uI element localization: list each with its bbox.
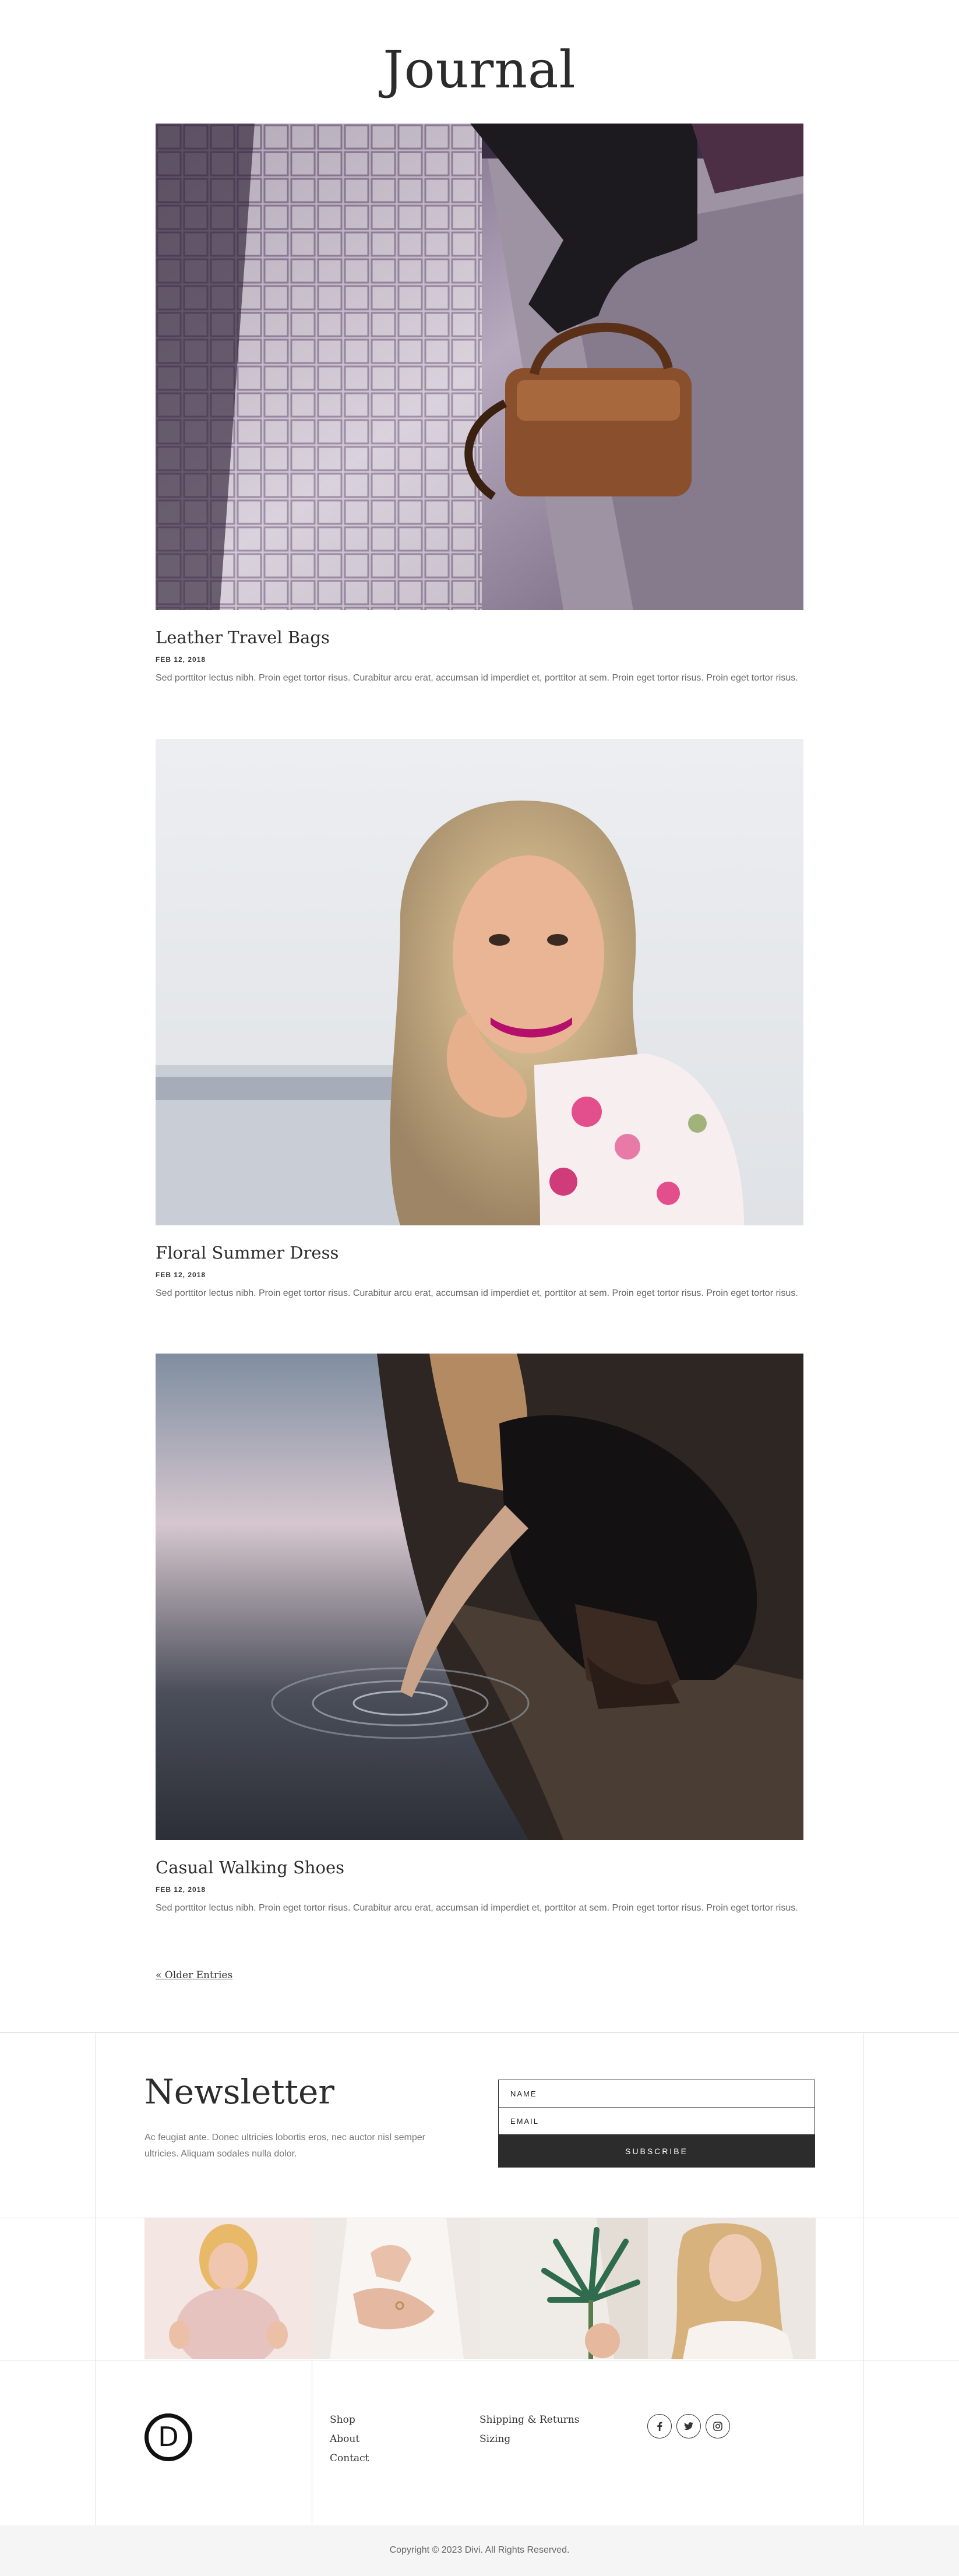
- post-excerpt: Sed porttitor lectus nibh. Proin eget to…: [156, 1903, 798, 1913]
- hat-portrait-photo: [144, 2218, 312, 2359]
- footer-links-secondary: Shipping & Returns Sizing: [480, 2411, 579, 2449]
- blog-post: Casual Walking Shoes FEB 12, 2018 Sed po…: [156, 1354, 803, 1917]
- gallery-image[interactable]: [648, 2218, 816, 2359]
- subscribe-button[interactable]: SUBSCRIBE: [498, 2135, 815, 2168]
- post-image[interactable]: [156, 739, 803, 1225]
- hands-ring-photo: [312, 2218, 480, 2359]
- social-links: [647, 2414, 730, 2438]
- newsletter-form: SUBSCRIBE: [498, 2080, 815, 2168]
- footer-link-shipping[interactable]: Shipping & Returns: [480, 2411, 579, 2430]
- older-entries-link[interactable]: « Older Entries: [156, 1969, 232, 1981]
- name-input[interactable]: [498, 2080, 815, 2108]
- post-excerpt: Sed porttitor lectus nibh. Proin eget to…: [156, 673, 798, 683]
- walking-shoes-photo: [156, 1354, 803, 1840]
- newsletter-text: Ac feugiat ante. Donec ultricies loborti…: [144, 2133, 426, 2159]
- logo-letter: D: [158, 2421, 179, 2452]
- post-title[interactable]: Casual Walking Shoes: [156, 1858, 803, 1877]
- leather-bag-photo: [156, 124, 803, 610]
- post-excerpt: Sed porttitor lectus nibh. Proin eget to…: [156, 1288, 798, 1298]
- copyright-text: Copyright © 2023 Divi. All Rights Reserv…: [389, 2545, 570, 2555]
- footer-link-sizing[interactable]: Sizing: [480, 2430, 579, 2449]
- divider: [0, 2032, 959, 2033]
- post-date: FEB 12, 2018: [156, 1271, 206, 1279]
- footer-link-contact[interactable]: Contact: [330, 2449, 369, 2468]
- gallery-image[interactable]: [144, 2218, 312, 2359]
- post-title[interactable]: Leather Travel Bags: [156, 628, 803, 647]
- gallery-image[interactable]: [312, 2218, 480, 2359]
- footer-links-primary: Shop About Contact: [330, 2411, 369, 2468]
- gallery-image[interactable]: [480, 2218, 648, 2359]
- facebook-icon[interactable]: [647, 2414, 672, 2438]
- instagram-gallery: [144, 2218, 816, 2359]
- post-date: FEB 12, 2018: [156, 656, 206, 664]
- blog-post: Leather Travel Bags FEB 12, 2018 Sed por…: [156, 124, 803, 687]
- twitter-icon[interactable]: [676, 2414, 701, 2438]
- email-input[interactable]: [498, 2107, 815, 2135]
- post-image[interactable]: [156, 124, 803, 610]
- footer-link-shop[interactable]: Shop: [330, 2411, 369, 2430]
- post-date: FEB 12, 2018: [156, 1886, 206, 1894]
- post-title[interactable]: Floral Summer Dress: [156, 1243, 803, 1263]
- blog-post: Floral Summer Dress FEB 12, 2018 Sed por…: [156, 739, 803, 1302]
- page-title: Journal: [383, 40, 576, 100]
- newsletter-title: Newsletter: [144, 2072, 335, 2112]
- palm-leaf-photo: [480, 2218, 648, 2359]
- footer-link-about[interactable]: About: [330, 2430, 369, 2449]
- post-image[interactable]: [156, 1354, 803, 1840]
- divi-logo[interactable]: D: [144, 2413, 192, 2461]
- instagram-icon[interactable]: [706, 2414, 730, 2438]
- floral-dress-photo: [156, 739, 803, 1225]
- woman-portrait-photo: [648, 2218, 816, 2359]
